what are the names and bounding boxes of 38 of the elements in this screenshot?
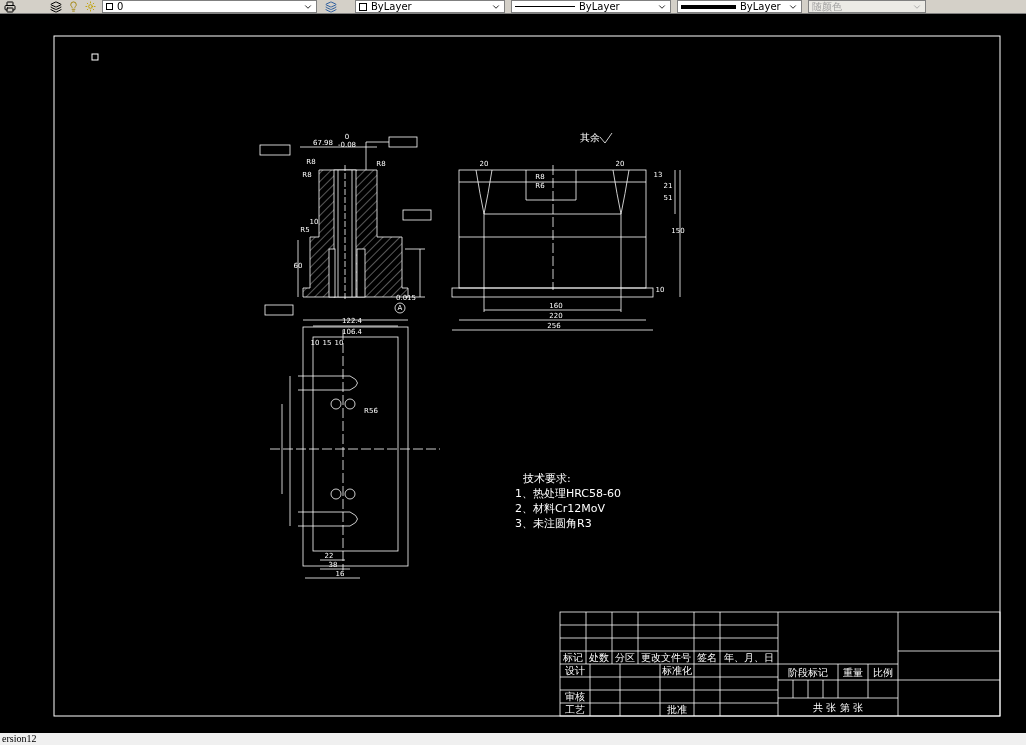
thick-line-sample-icon bbox=[681, 4, 736, 9]
layers-icon[interactable] bbox=[50, 0, 62, 13]
command-text: ersion12 bbox=[2, 734, 37, 744]
title-block-label: 设计 bbox=[565, 665, 585, 676]
layer-square-icon bbox=[106, 3, 113, 10]
small-square-icon bbox=[91, 53, 99, 61]
title-block-label: 分区 bbox=[615, 652, 635, 663]
title-block-label: 处数 bbox=[589, 652, 609, 663]
color-swatch-icon bbox=[359, 2, 367, 11]
dropdown-value: ByLayer bbox=[371, 1, 413, 12]
layer-dropdown[interactable]: 0 bbox=[102, 0, 317, 13]
requirements-title: 技术要求: bbox=[523, 472, 571, 485]
surface-note: 其余 bbox=[580, 132, 600, 143]
title-block-label: 共 张 第 张 bbox=[813, 702, 863, 713]
printer-icon[interactable] bbox=[4, 0, 16, 13]
color-dropdown[interactable]: ByLayer bbox=[355, 0, 505, 13]
layer-stack-icon[interactable] bbox=[325, 0, 337, 13]
requirement-text: 1、热处理HRC58-60 bbox=[515, 487, 621, 500]
dropdown-value: 随颜色 bbox=[812, 1, 843, 12]
dropdown-value: ByLayer bbox=[740, 1, 782, 12]
title-block-label: 阶段标记 bbox=[788, 667, 828, 678]
title-block-label: 更改文件号 bbox=[641, 652, 691, 663]
title-block-label: 审核 bbox=[565, 691, 585, 702]
title-block-label: 比例 bbox=[873, 667, 893, 678]
title-block-label: 标准化 bbox=[662, 665, 692, 676]
title-block-label: 批准 bbox=[667, 704, 687, 715]
title-block-label: 标记 bbox=[563, 652, 583, 663]
title-block-label: 年、月、日 bbox=[724, 652, 774, 663]
title-block-label: 工艺 bbox=[565, 704, 585, 715]
dropdown-value: 0 bbox=[117, 1, 125, 12]
linetype-dropdown[interactable]: ByLayer bbox=[511, 0, 671, 13]
title-block-label: 签名 bbox=[697, 652, 717, 663]
requirement-text: 3、未注圆角R3 bbox=[515, 517, 592, 530]
line-sample-icon bbox=[515, 6, 575, 7]
requirement-text: 2、材料Cr12MoV bbox=[515, 502, 605, 515]
dropdown-value: ByLayer bbox=[579, 1, 621, 12]
title-block-label: 重量 bbox=[843, 667, 863, 678]
lineweight-dropdown[interactable]: ByLayer bbox=[677, 0, 802, 13]
